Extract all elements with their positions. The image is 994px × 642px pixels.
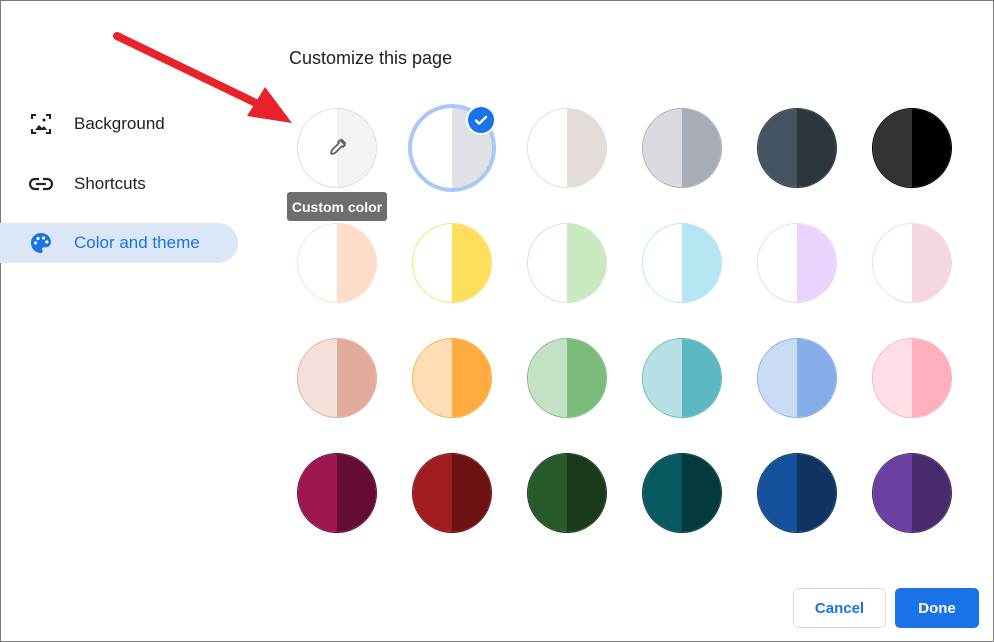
swatch-left-half [413, 224, 452, 302]
swatch-left-half [298, 224, 337, 302]
color-swatch-rose-beige[interactable] [297, 338, 377, 418]
swatch-left-half [873, 224, 912, 302]
color-swatch-blue-dark[interactable] [757, 453, 837, 533]
color-swatch-magenta-dark[interactable] [297, 453, 377, 533]
swatch-right-half [567, 109, 606, 187]
swatch-left-half [298, 454, 337, 532]
swatch-left-half [413, 454, 452, 532]
swatch-left-half [528, 339, 567, 417]
swatch-right-half [797, 109, 836, 187]
swatch-left-half [643, 339, 682, 417]
color-swatch-yellow-light[interactable] [412, 223, 492, 303]
sidebar-item-shortcuts[interactable]: Shortcuts [0, 164, 238, 204]
color-swatch-slate[interactable] [757, 108, 837, 188]
swatch-left-half [758, 454, 797, 532]
sidebar-item-label: Background [74, 114, 165, 133]
swatch-right-half [567, 339, 606, 417]
swatch-left-half [643, 454, 682, 532]
color-swatch-black[interactable] [872, 108, 952, 188]
sidebar-item-label: Shortcuts [74, 174, 146, 193]
cancel-button[interactable]: Cancel [793, 588, 886, 628]
color-swatch-warm-grey[interactable] [527, 108, 607, 188]
color-swatch-pink-light[interactable] [872, 223, 952, 303]
swatch-right-half [797, 339, 836, 417]
color-swatch-pink[interactable] [872, 338, 952, 418]
swatch-right-half [912, 454, 951, 532]
swatch-right-half [912, 109, 951, 187]
swatch-left-half [413, 339, 452, 417]
swatch-right-half [912, 339, 951, 417]
swatch-right-half [682, 224, 721, 302]
swatch-left-half [528, 109, 567, 187]
eyedropper-icon [326, 137, 348, 159]
swatch-left-half [298, 339, 337, 417]
color-swatch-orange[interactable] [412, 338, 492, 418]
color-swatch-purple-dark[interactable] [872, 453, 952, 533]
swatch-right-half [452, 454, 491, 532]
sidebar-item-background[interactable]: Background [0, 104, 238, 144]
sidebar-item-color-and-theme[interactable]: Color and theme [0, 223, 238, 263]
swatch-left-half [873, 109, 912, 187]
swatch-right-half [337, 224, 376, 302]
swatch-left-half [873, 454, 912, 532]
image-icon [29, 112, 53, 136]
swatch-right-half [797, 454, 836, 532]
custom-color-tooltip: Custom color [287, 192, 387, 221]
swatch-left-half [643, 224, 682, 302]
color-swatch-green-dark[interactable] [527, 453, 607, 533]
swatch-right-half [452, 224, 491, 302]
swatch-right-half [797, 224, 836, 302]
swatch-right-half [682, 109, 721, 187]
swatch-right-half [452, 339, 491, 417]
color-swatch-cool-grey[interactable] [642, 108, 722, 188]
color-swatch-peach-light[interactable] [297, 223, 377, 303]
link-icon [29, 172, 53, 196]
customize-dialog [0, 0, 994, 642]
color-swatch-red-dark[interactable] [412, 453, 492, 533]
color-swatch-teal[interactable] [642, 338, 722, 418]
color-swatch-aqua-light[interactable] [642, 223, 722, 303]
swatch-right-half [337, 454, 376, 532]
color-swatch-green[interactable] [527, 338, 607, 418]
custom-color-button[interactable] [297, 108, 377, 188]
color-swatch-green-light[interactable] [527, 223, 607, 303]
swatch-right-half [682, 339, 721, 417]
swatch-left-half [528, 224, 567, 302]
swatch-right-half [682, 454, 721, 532]
sidebar-item-label: Color and theme [74, 233, 200, 252]
swatch-left-half [412, 108, 452, 188]
swatch-right-half [567, 454, 606, 532]
done-button[interactable]: Done [895, 588, 979, 628]
swatch-right-half [337, 339, 376, 417]
swatch-right-half [567, 224, 606, 302]
swatch-left-half [643, 109, 682, 187]
color-swatch-lavender-light[interactable] [757, 223, 837, 303]
swatch-left-half [873, 339, 912, 417]
color-swatch-blue[interactable] [757, 338, 837, 418]
palette-icon [29, 231, 53, 255]
swatch-left-half [758, 109, 797, 187]
swatch-left-half [528, 454, 567, 532]
swatch-right-half [912, 224, 951, 302]
swatch-left-half [758, 224, 797, 302]
swatch-left-half [758, 339, 797, 417]
page-title: Customize this page [289, 48, 453, 68]
color-swatch-teal-dark[interactable] [642, 453, 722, 533]
checkmark-icon [466, 105, 496, 135]
